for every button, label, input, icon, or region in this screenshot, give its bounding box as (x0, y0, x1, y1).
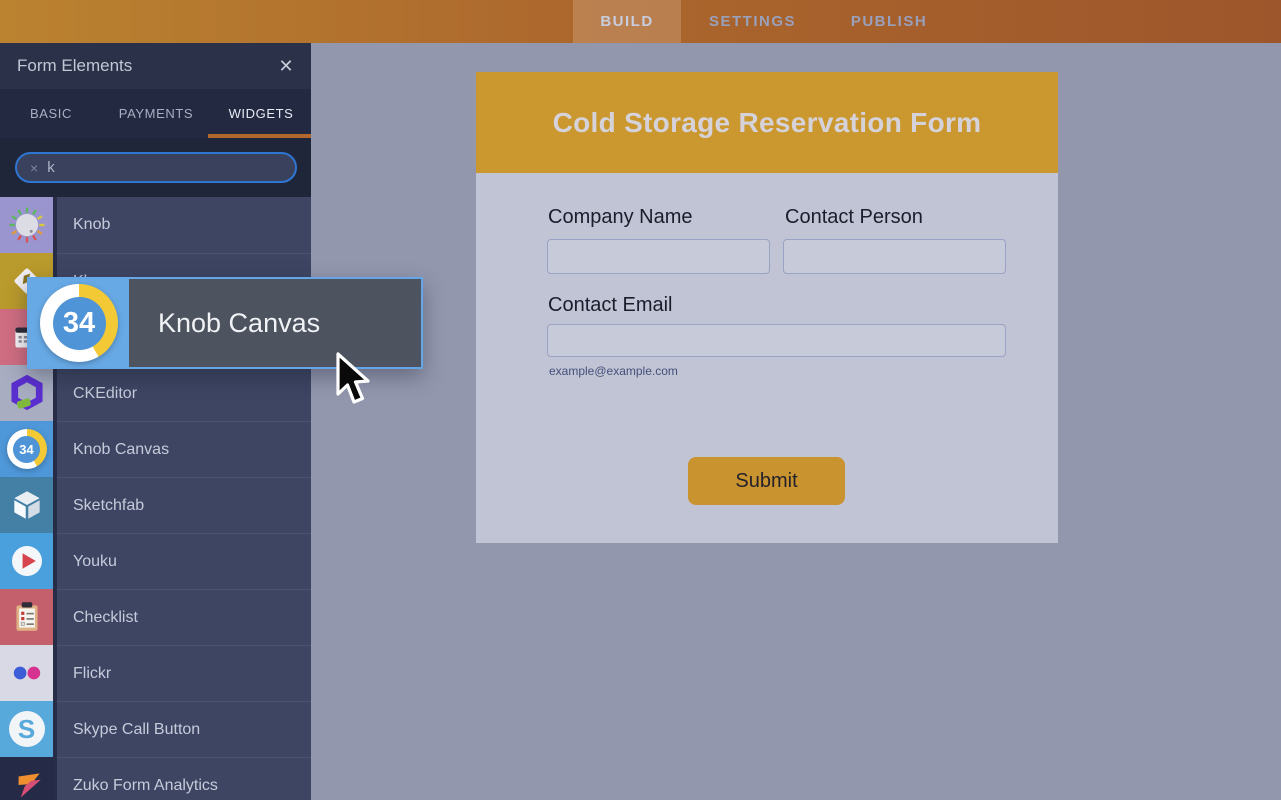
widget-label: Knob (73, 216, 110, 234)
widget-row-youku[interactable]: Youku (0, 533, 311, 589)
knob-canvas-icon: 34 (29, 279, 129, 367)
flickr-dots-icon (0, 645, 53, 701)
mouse-cursor-icon (334, 352, 378, 415)
tab-widgets[interactable]: WIDGETS (222, 89, 300, 138)
widget-label: Checklist (73, 609, 138, 627)
knob-canvas-badge: 34 (13, 436, 40, 463)
widget-search-section: × (0, 138, 311, 197)
active-tab-underline (208, 134, 311, 138)
app-top-bar: BUILD SETTINGS PUBLISH (0, 0, 1281, 43)
widget-label: Sketchfab (73, 497, 144, 515)
close-icon[interactable]: ✕ (275, 55, 297, 77)
contact-email-input[interactable] (547, 324, 1006, 357)
contact-person-label: Contact Person (785, 206, 923, 229)
knob-icon (0, 197, 53, 253)
clipboard-icon (0, 589, 53, 645)
form-header[interactable]: Cold Storage Reservation Form (476, 72, 1058, 173)
widget-label: Flickr (73, 665, 111, 683)
tab-build[interactable]: BUILD (573, 0, 681, 43)
email-hint: example@example.com (549, 364, 678, 378)
dragged-widget-label: Knob Canvas (158, 308, 320, 339)
widget-row-sketchfab[interactable]: Sketchfab (0, 477, 311, 533)
widget-row-skype[interactable]: S Skype Call Button (0, 701, 311, 757)
ckeditor-icon (0, 365, 53, 421)
skype-icon: S (0, 701, 53, 757)
tab-basic[interactable]: BASIC (18, 89, 84, 138)
form-title: Cold Storage Reservation Form (553, 107, 982, 139)
form-preview-card[interactable]: Cold Storage Reservation Form Company Na… (476, 72, 1058, 543)
tab-settings[interactable]: SETTINGS (681, 0, 824, 43)
search-input[interactable] (47, 159, 283, 176)
panel-tab-bar: BASIC PAYMENTS WIDGETS (0, 89, 311, 138)
widget-row-zuko[interactable]: Zuko Form Analytics (0, 757, 311, 800)
panel-title: Form Elements (17, 56, 275, 76)
search-field[interactable]: × (15, 152, 297, 183)
company-name-input[interactable] (547, 239, 770, 274)
widget-label: Zuko Form Analytics (73, 777, 218, 795)
widget-label: CKEditor (73, 385, 137, 403)
widget-label: Knob Canvas (73, 441, 169, 459)
form-elements-panel: Form Elements ✕ BASIC PAYMENTS WIDGETS × (0, 43, 311, 800)
widget-row-ckeditor[interactable]: CKEditor (0, 365, 311, 421)
knob-canvas-icon: 34 (0, 421, 53, 477)
contact-email-label: Contact Email (548, 294, 673, 317)
tab-publish[interactable]: PUBLISH (824, 0, 954, 43)
panel-header: Form Elements ✕ (0, 43, 311, 89)
widget-row-checklist[interactable]: Checklist (0, 589, 311, 645)
clear-search-icon[interactable]: × (30, 160, 38, 176)
tab-payments[interactable]: PAYMENTS (110, 89, 202, 138)
widget-row-knob[interactable]: Knob (0, 197, 311, 253)
widget-row-knob-canvas[interactable]: 34 Knob Canvas (0, 421, 311, 477)
cube-icon (0, 477, 53, 533)
widget-row-flickr[interactable]: Flickr (0, 645, 311, 701)
company-name-label: Company Name (548, 206, 693, 229)
zuko-icon (0, 757, 53, 800)
play-icon (0, 533, 53, 589)
knob-canvas-badge: 34 (53, 297, 106, 350)
widget-label: Skype Call Button (73, 721, 200, 739)
submit-button[interactable]: Submit (688, 457, 845, 505)
contact-person-input[interactable] (783, 239, 1006, 274)
widget-label: Youku (73, 553, 117, 571)
